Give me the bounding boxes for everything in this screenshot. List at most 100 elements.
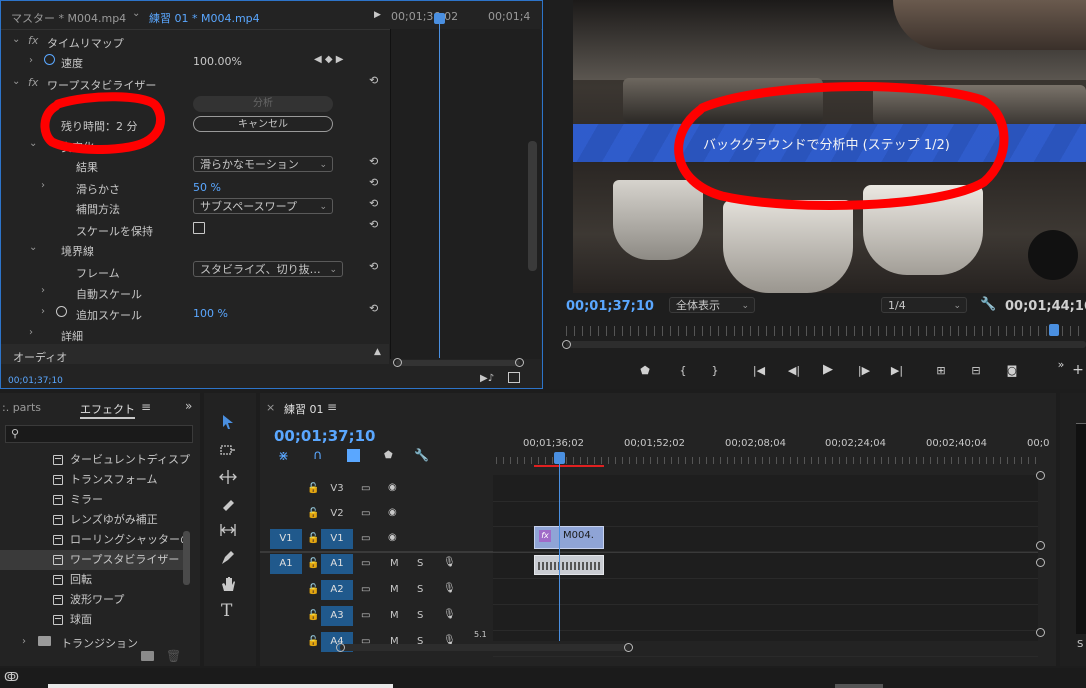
preserve-scale-checkbox[interactable] bbox=[193, 222, 205, 234]
scroll-handle-top[interactable] bbox=[1036, 471, 1045, 480]
export-icon[interactable] bbox=[508, 372, 520, 383]
play-icon[interactable]: ▶ bbox=[820, 362, 836, 377]
close-tab-icon[interactable]: × bbox=[266, 401, 275, 414]
expand-panels-icon[interactable]: » bbox=[185, 399, 192, 413]
type-tool-icon[interactable]: T bbox=[221, 601, 232, 621]
film-icon[interactable]: ▭ bbox=[361, 558, 370, 569]
mini-timeline[interactable] bbox=[390, 29, 541, 359]
reset-icon[interactable]: ⟲ bbox=[369, 260, 383, 274]
timeline-playhead-line[interactable] bbox=[559, 463, 560, 641]
smoothness-value[interactable]: 50 % bbox=[193, 181, 221, 194]
timeline-timecode[interactable]: 00;01;37;10 bbox=[274, 427, 376, 445]
snap-magnet-icon[interactable]: ∩ bbox=[313, 448, 323, 463]
lock-icon[interactable]: 🔓 bbox=[307, 483, 319, 494]
step-back-icon[interactable]: ◀| bbox=[786, 364, 802, 378]
film-icon[interactable]: ▭ bbox=[361, 610, 370, 621]
chevron-down-icon[interactable]: ⌄ bbox=[132, 8, 140, 19]
solo-button[interactable]: S bbox=[417, 558, 423, 569]
add-marker-icon[interactable]: ⬟ bbox=[637, 364, 653, 378]
reset-icon[interactable]: ⟲ bbox=[369, 197, 383, 211]
wrench-icon[interactable]: 🔧 bbox=[414, 448, 429, 462]
pen-tool-icon[interactable] bbox=[219, 549, 237, 565]
mini-playhead[interactable] bbox=[439, 13, 440, 358]
mini-playhead-marker[interactable] bbox=[434, 13, 445, 24]
monitor-ruler[interactable] bbox=[566, 326, 1086, 336]
mark-in-icon[interactable]: { bbox=[675, 364, 691, 378]
extract-icon[interactable]: ⊟ bbox=[968, 364, 984, 378]
effect-list-item[interactable]: レンズゆがみ補正 bbox=[0, 510, 190, 530]
reset-icon[interactable]: ⟲ bbox=[369, 155, 383, 169]
play-audio-icon[interactable]: ▶♪ bbox=[480, 373, 494, 384]
lock-icon[interactable]: 🔓 bbox=[307, 508, 319, 519]
panel-menu-icon[interactable]: ≡ bbox=[141, 400, 151, 414]
tab-master[interactable]: マスター * M004.mp4 bbox=[11, 10, 126, 26]
razor-tool-icon[interactable] bbox=[219, 496, 237, 512]
speed-value[interactable]: 100.00% bbox=[193, 55, 242, 68]
film-icon[interactable]: ▭ bbox=[361, 508, 370, 519]
mark-out-icon[interactable]: } bbox=[707, 364, 723, 378]
film-icon[interactable]: ▭ bbox=[361, 533, 370, 544]
chevron-right-icon[interactable]: › bbox=[41, 306, 45, 317]
export-frame-icon[interactable]: ◙ bbox=[1004, 364, 1020, 378]
chevron-right-icon[interactable]: › bbox=[41, 285, 45, 296]
fit-dropdown[interactable]: 全体表示 ⌄ bbox=[669, 297, 755, 313]
effect-list-item[interactable]: 波形ワープ bbox=[0, 590, 190, 610]
effect-list-item[interactable]: タービュレントディスプ bbox=[0, 450, 190, 470]
reset-icon[interactable]: ⟲ bbox=[369, 302, 383, 316]
effects-scrollbar[interactable] bbox=[183, 531, 190, 585]
scroll-handle-left[interactable] bbox=[393, 358, 402, 367]
lock-icon[interactable]: 🔓 bbox=[307, 533, 319, 544]
film-icon[interactable]: ▭ bbox=[361, 483, 370, 494]
film-icon[interactable]: ▭ bbox=[361, 584, 370, 595]
transitions-folder[interactable]: トランジション bbox=[61, 635, 138, 651]
chevron-right-icon[interactable]: › bbox=[22, 636, 26, 647]
stopwatch-icon[interactable] bbox=[44, 54, 55, 65]
creative-cloud-icon[interactable]: ↂ bbox=[4, 670, 19, 684]
scroll-handle-right[interactable] bbox=[515, 358, 524, 367]
analyze-button[interactable]: 分析 bbox=[193, 96, 333, 112]
eye-icon[interactable]: ◉ bbox=[388, 507, 397, 518]
go-to-out-icon[interactable]: ▶| bbox=[889, 364, 905, 378]
effect-list-item[interactable]: トランスフォーム bbox=[0, 470, 190, 490]
effect-list-item[interactable]: ローリングシャッターの bbox=[0, 530, 191, 550]
method-dropdown[interactable]: サブスペースワープ ⌄ bbox=[193, 198, 333, 214]
solo-button[interactable]: S bbox=[417, 610, 423, 621]
panel-menu-icon[interactable]: ≡ bbox=[327, 400, 337, 414]
lock-icon[interactable]: 🔓 bbox=[307, 584, 319, 595]
sequence-tab[interactable]: 練習 01 bbox=[284, 401, 324, 417]
track-target-audio[interactable]: A3 bbox=[321, 606, 353, 626]
tab-clip[interactable]: 練習 01 * M004.mp4 bbox=[149, 10, 260, 26]
stopwatch-icon[interactable] bbox=[56, 306, 67, 317]
resolution-dropdown[interactable]: 1/4 ⌄ bbox=[881, 297, 967, 313]
h-scroll-handle-right[interactable] bbox=[624, 643, 633, 652]
track-target-audio[interactable]: A2 bbox=[321, 580, 353, 600]
trash-icon[interactable]: 🗑 bbox=[166, 649, 181, 663]
audio-clip[interactable] bbox=[534, 555, 604, 575]
reset-icon[interactable]: ⟲ bbox=[369, 176, 383, 190]
add-marker-icon[interactable]: ⬟ bbox=[384, 450, 393, 461]
collapse-up-icon[interactable]: ▲ bbox=[374, 347, 381, 357]
eye-icon[interactable]: ◉ bbox=[388, 482, 397, 493]
additional-scale-value[interactable]: 100 % bbox=[193, 307, 228, 320]
solo-button[interactable]: S bbox=[417, 584, 423, 595]
play-triangle-icon[interactable]: ▶ bbox=[374, 10, 381, 20]
lock-icon[interactable]: 🔓 bbox=[307, 636, 319, 647]
track-target-video[interactable]: V2 bbox=[321, 504, 353, 524]
work-area-bar[interactable] bbox=[534, 465, 604, 467]
slip-tool-icon[interactable] bbox=[219, 522, 237, 538]
lock-icon[interactable]: 🔓 bbox=[307, 610, 319, 621]
reset-icon[interactable]: ⟲ bbox=[369, 74, 383, 88]
chevron-down-icon[interactable]: ⌄ bbox=[12, 34, 20, 45]
scroll-handle-bottom[interactable] bbox=[1036, 628, 1045, 637]
source-patch-video[interactable]: V1 bbox=[270, 529, 302, 549]
scroll-handle-mid[interactable] bbox=[1036, 541, 1045, 550]
source-patch-audio[interactable]: A1 bbox=[270, 554, 302, 574]
keyframe-nav-icon[interactable]: ◀ ◆ ▶ bbox=[314, 54, 343, 65]
effect-list-item[interactable]: ワープスタビライザー bbox=[0, 550, 190, 570]
new-bin-icon[interactable] bbox=[141, 651, 154, 661]
monitor-playhead[interactable] bbox=[1049, 324, 1059, 336]
step-forward-icon[interactable]: |▶ bbox=[856, 364, 872, 378]
microphone-icon[interactable]: 🎙 bbox=[443, 583, 456, 594]
go-to-in-icon[interactable]: |◀ bbox=[751, 364, 767, 378]
chevron-right-icon[interactable]: › bbox=[29, 327, 33, 338]
